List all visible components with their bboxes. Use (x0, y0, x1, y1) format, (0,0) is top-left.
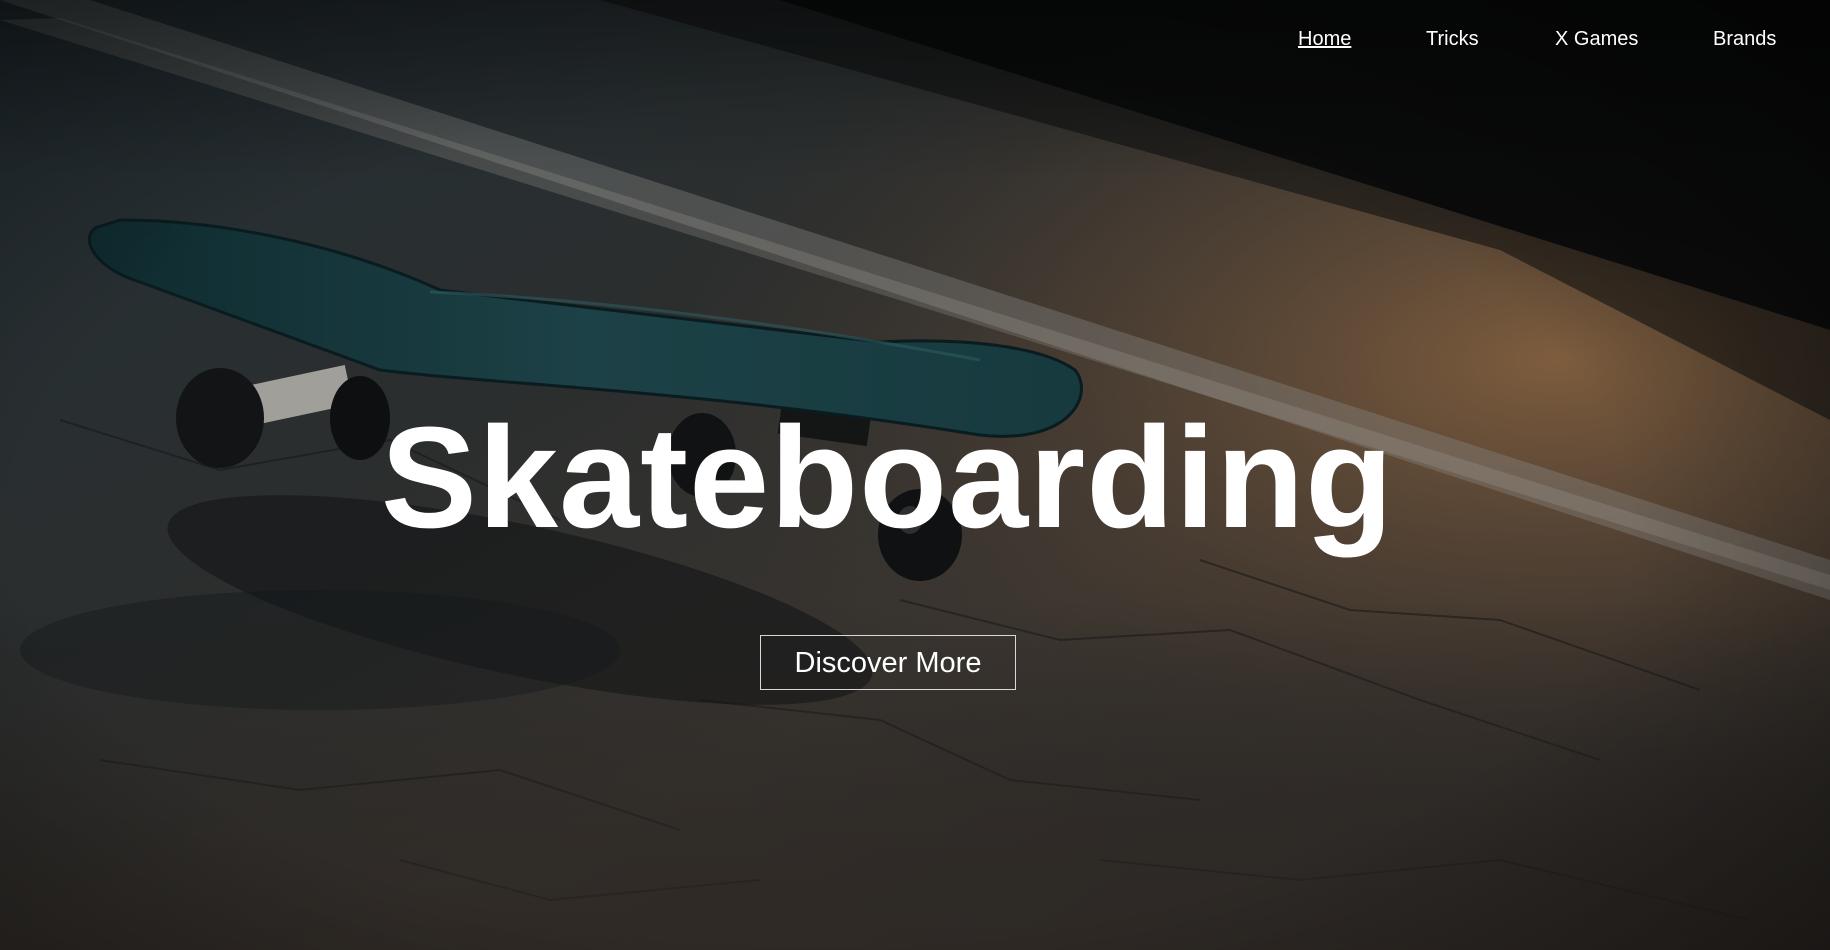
nav-link-x-games[interactable]: X Games (1555, 26, 1638, 52)
nav-link-tricks[interactable]: Tricks (1426, 26, 1479, 52)
hero-section: Home Tricks X Games Brands Skateboarding… (0, 0, 1830, 950)
top-navigation: Home Tricks X Games Brands (0, 22, 1830, 56)
discover-more-button[interactable]: Discover More (760, 635, 1016, 690)
hero-title: Skateboarding (380, 397, 1395, 558)
nav-link-home[interactable]: Home (1298, 26, 1351, 52)
nav-link-brands[interactable]: Brands (1713, 26, 1776, 52)
